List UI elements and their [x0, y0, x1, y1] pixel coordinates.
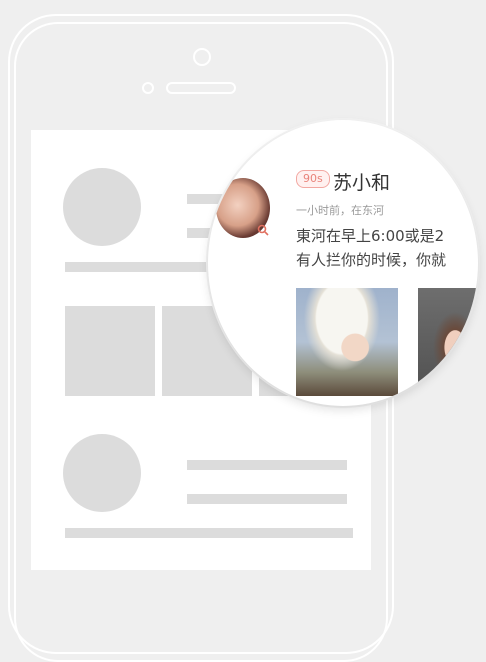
post-photo[interactable]: [418, 288, 478, 396]
post-photo[interactable]: [296, 288, 398, 396]
phone-sensor: [142, 82, 154, 94]
post-text-line: 有人拦你的时候，你就: [296, 251, 447, 269]
age-badge: 90s: [296, 170, 330, 188]
post-meta: 一小时前，在东河: [296, 204, 384, 217]
image-placeholder: [65, 306, 155, 396]
search-icon[interactable]: [257, 224, 269, 236]
magnifier-bubble: 90s 苏小和 一小时前，在东河 東河在早上6:00或是2 有人拦你的时候，你就: [208, 120, 478, 406]
avatar-placeholder: [63, 434, 141, 512]
text-line-placeholder: [187, 460, 347, 470]
user-name[interactable]: 苏小和: [333, 168, 390, 195]
post-text-line: 東河在早上6:00或是2: [296, 227, 445, 245]
text-line-placeholder: [187, 494, 347, 504]
phone-camera: [193, 48, 211, 66]
text-line-placeholder: [65, 528, 353, 538]
avatar-placeholder: [63, 168, 141, 246]
phone-speaker: [166, 82, 236, 94]
